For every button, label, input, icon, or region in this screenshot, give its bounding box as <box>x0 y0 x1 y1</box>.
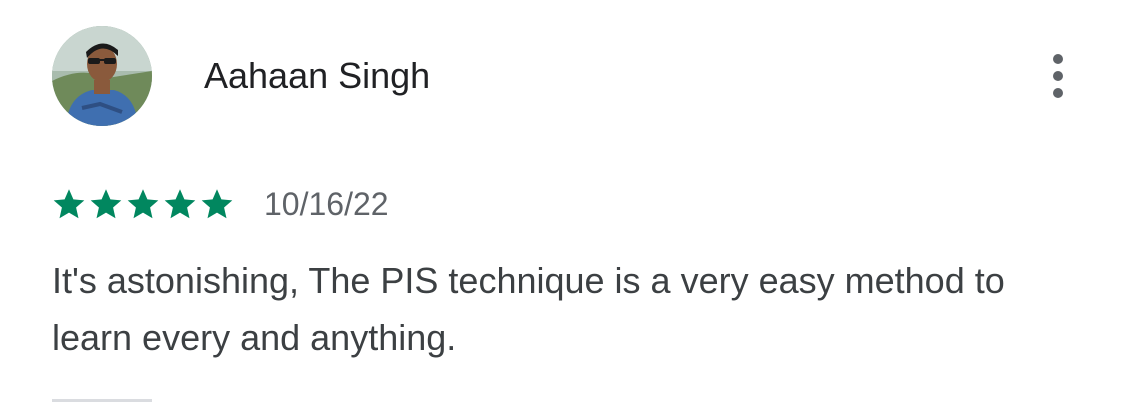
rating-row: 10/16/22 <box>52 182 389 226</box>
star-rating <box>52 187 234 221</box>
star-icon <box>163 187 197 221</box>
user-photo-icon <box>52 26 152 126</box>
avatar <box>52 26 152 126</box>
author-name: Aahaan Singh <box>204 55 431 96</box>
star-icon <box>200 187 234 221</box>
more-vert-icon-dot <box>1053 71 1063 81</box>
more-vert-icon-dot <box>1053 88 1063 98</box>
star-icon <box>52 187 86 221</box>
star-icon <box>126 187 160 221</box>
more-vert-icon-dot <box>1053 54 1063 64</box>
review-card: Aahaan Singh 10/16/22 It's astonishing, … <box>0 0 1132 418</box>
more-options-button[interactable] <box>1038 50 1078 102</box>
star-icon <box>89 187 123 221</box>
review-date: 10/16/22 <box>264 185 389 222</box>
divider <box>52 399 152 402</box>
review-text: It's astonishing, The PIS technique is a… <box>52 260 1005 358</box>
